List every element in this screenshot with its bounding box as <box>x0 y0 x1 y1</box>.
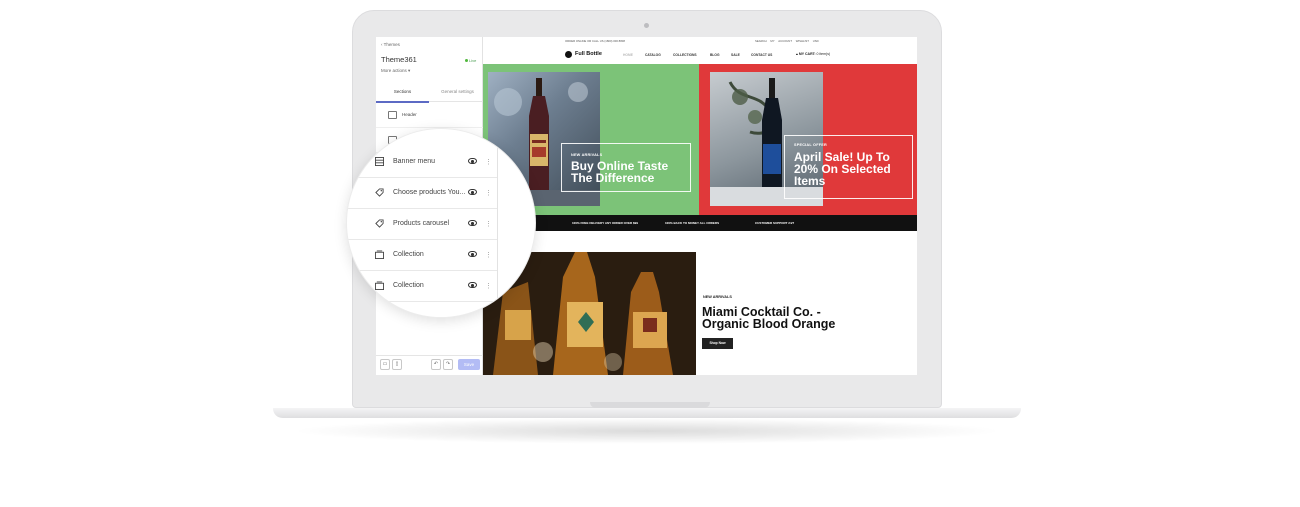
section-banner-menu[interactable]: Banner menu ⋮ <box>347 147 497 178</box>
section-collection[interactable]: Collection ⋮ <box>347 240 497 271</box>
desktop-view-button[interactable]: ▭ <box>380 359 390 370</box>
drag-handle-icon[interactable]: ⋮ <box>485 282 492 290</box>
laptop-shadow <box>290 418 1004 444</box>
cart-link[interactable]: 🔒︎ MY CART: 0 item(s) <box>796 52 830 56</box>
store-logo[interactable]: Full Bottle <box>575 51 602 57</box>
layout-icon <box>375 157 384 166</box>
drag-handle-icon[interactable]: ⋮ <box>485 220 492 228</box>
tag-icon <box>375 219 384 228</box>
theme-name: Theme361 <box>381 55 417 64</box>
camera-dot <box>644 23 649 28</box>
collection-icon <box>375 250 384 259</box>
eye-icon[interactable] <box>468 189 477 195</box>
benefit-delivery: 100% FREE DELIVERY ANY ORDER OVER $99 <box>572 221 639 225</box>
drag-handle-icon[interactable]: ⋮ <box>485 158 492 166</box>
section-products-carousel[interactable]: Products carousel ⋮ <box>347 209 497 240</box>
nav-home[interactable]: HOME <box>623 53 633 57</box>
back-to-themes-link[interactable]: ‹ Themes <box>381 42 400 47</box>
section-label: Choose products You... <box>393 189 466 196</box>
live-label: Live <box>469 58 477 63</box>
cart-value: 0 item(s) <box>816 52 831 56</box>
nav-contact-us[interactable]: CONTACT US <box>751 53 772 57</box>
feature-eyebrow: NEW ARRIVALS <box>703 295 732 299</box>
bottle-logo-icon <box>565 51 572 58</box>
banner-right[interactable]: SPECIAL OFFER April Sale! Up To 20% On S… <box>699 64 917 215</box>
tab-sections[interactable]: Sections <box>376 89 429 103</box>
back-label: Themes <box>383 42 400 47</box>
live-badge: Live <box>465 58 476 63</box>
eye-icon[interactable] <box>468 158 477 164</box>
drag-handle-icon[interactable]: ⋮ <box>485 189 492 197</box>
eye-icon[interactable] <box>468 282 477 288</box>
section-label: Collection <box>393 282 424 289</box>
cart-icon: 🔒︎ <box>796 52 798 56</box>
announcement-bar: ORDER ONLINE OR CALL US (1800) 000 8808 … <box>483 37 917 45</box>
magnifier-zoom: Banner menu ⋮ Choose products You... ⋮ P… <box>347 129 535 317</box>
eye-icon[interactable] <box>468 220 477 226</box>
sidebar-item-header[interactable]: Header <box>376 103 483 128</box>
mobile-view-button[interactable]: ▯ <box>392 359 402 370</box>
drag-handle-icon[interactable]: ⋮ <box>485 251 492 259</box>
benefit-support: CUSTOMER SUPPORT 24/7 <box>755 221 795 225</box>
banner-left-headline: Buy Online Taste The Difference <box>571 159 669 185</box>
banner-left-eyebrow: NEW ARRIVALS <box>571 153 603 157</box>
cart-label: MY CART: <box>798 52 816 56</box>
nav-sale[interactable]: SALE <box>731 53 740 57</box>
sidebar-item-label: Header <box>402 112 417 117</box>
laptop-base <box>273 408 1021 418</box>
undo-button[interactable]: ↶ <box>431 359 441 370</box>
section-choose-products[interactable]: Choose products You... ⋮ <box>347 178 497 209</box>
nav-collections[interactable]: COLLECTIONS <box>673 53 697 57</box>
collection-icon <box>375 281 384 290</box>
sidebar-footer: ▭ ▯ ↶ ↷ Save <box>376 355 483 375</box>
banner-right-caption: SPECIAL OFFER April Sale! Up To 20% On S… <box>784 135 913 199</box>
benefits-strip: 100% FREE DELIVERY ANY ORDER OVER $99 10… <box>483 215 917 231</box>
announcement-text: ORDER ONLINE OR CALL US (1800) 000 8808 <box>565 39 625 43</box>
tag-icon <box>375 188 384 197</box>
more-actions-label: More actions <box>381 68 407 73</box>
section-collection[interactable]: Collection ⋮ <box>347 271 497 302</box>
nav-catalog[interactable]: CATALOG <box>645 53 661 57</box>
main-navigation: Full Bottle HOME CATALOG COLLECTIONS BLO… <box>483 47 917 63</box>
layout-icon <box>388 111 397 119</box>
banner-right-headline: April Sale! Up To 20% On Selected Items <box>794 150 891 188</box>
section-label: Banner menu <box>393 158 436 165</box>
shop-now-button[interactable]: Shop Now <box>702 338 733 349</box>
banner-left-caption: NEW ARRIVALS Buy Online Taste The Differ… <box>561 143 691 192</box>
tab-general-settings[interactable]: General settings <box>432 89 483 94</box>
sidebar-tabs: Sections General settings <box>376 85 483 103</box>
redo-button[interactable]: ↷ <box>443 359 453 370</box>
section-label: Collection <box>393 251 424 258</box>
benefit-money-back: 100% BACK TO MONEY ALL ORDERS <box>665 221 720 225</box>
live-dot-icon <box>465 59 468 63</box>
banner-right-eyebrow: SPECIAL OFFER <box>794 143 827 147</box>
feature-title: Miami Cocktail Co. - Organic Blood Orang… <box>702 305 836 331</box>
storefront-preview: ORDER ONLINE OR CALL US (1800) 000 8808 … <box>483 37 917 375</box>
caret-down-icon: ▾ <box>408 68 411 73</box>
save-button[interactable]: Save <box>458 359 480 370</box>
nav-blog[interactable]: BLOG <box>710 53 720 57</box>
header-tools[interactable]: SEARCH MY ACCOUNT WISHLIST USD <box>755 39 819 43</box>
eye-icon[interactable] <box>468 251 477 257</box>
magnifier-divider <box>497 129 498 317</box>
more-actions-dropdown[interactable]: More actions ▾ <box>381 68 410 74</box>
section-label: Products carousel <box>393 220 450 227</box>
